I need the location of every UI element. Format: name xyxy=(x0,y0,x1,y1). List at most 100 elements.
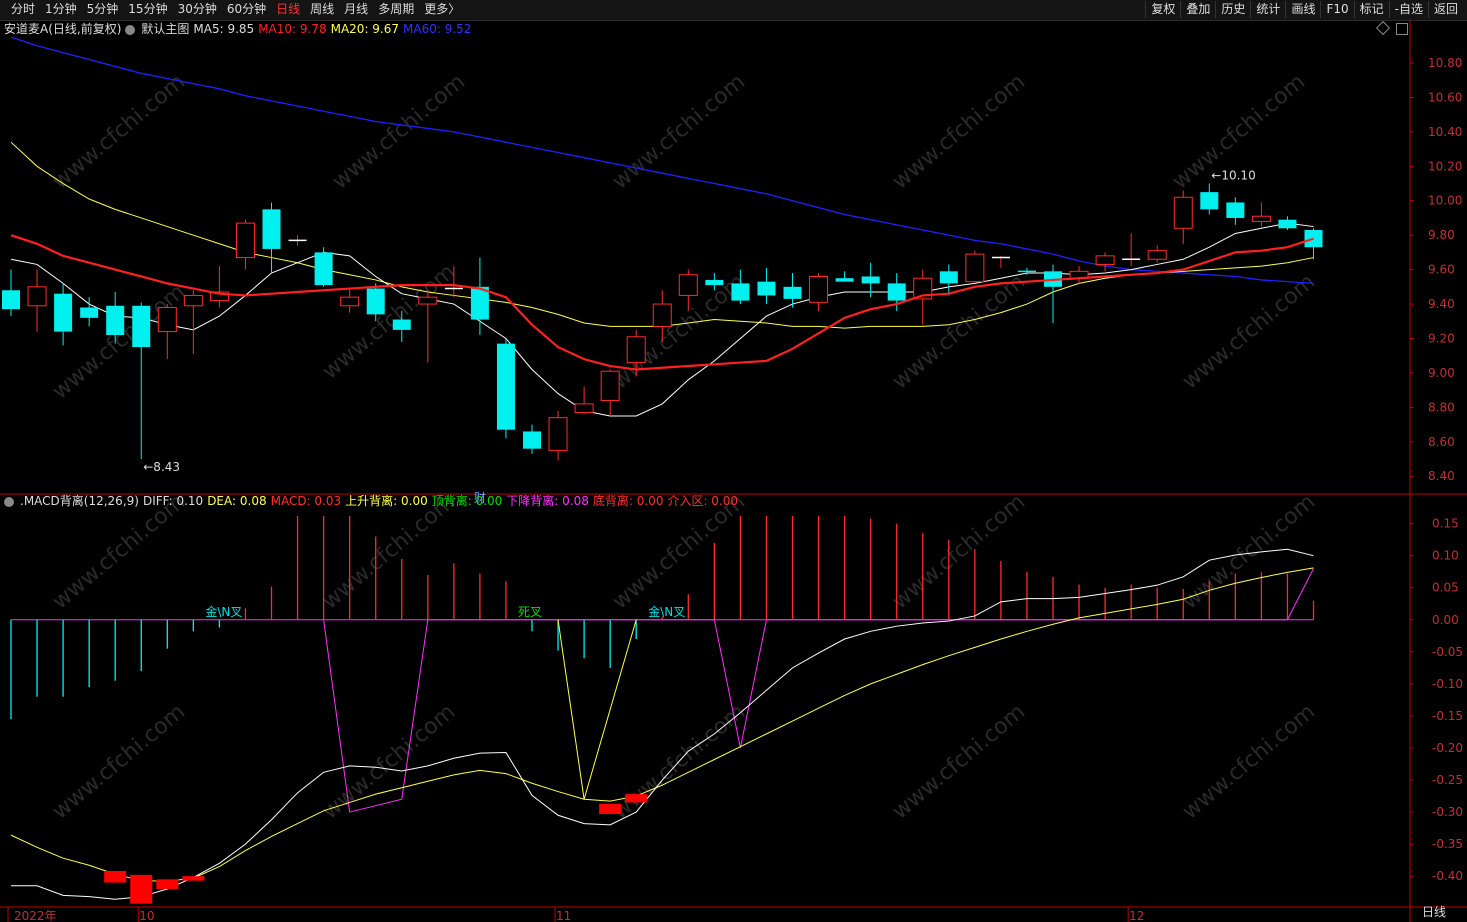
watermark-18: www.cfchi.com xyxy=(888,699,1030,824)
cross-label-2: 金\N叉 xyxy=(648,604,685,619)
candle-body-16 xyxy=(418,296,438,305)
price-tick-label-8: 10.00 xyxy=(1428,194,1462,208)
action-buttons: 复权 叠加 历史 统计 画线 F10 标记 -自选 返回 xyxy=(1145,1,1463,18)
macd-signal-block-2 xyxy=(156,879,179,889)
ma10-value: MA10: 9.78 xyxy=(258,22,327,36)
macd-tick-label-10: -0.35 xyxy=(1432,837,1463,851)
candle-body-6 xyxy=(157,306,177,333)
candle-body-29 xyxy=(757,281,776,296)
action-button-7[interactable]: -自选 xyxy=(1388,1,1428,18)
candle-body-25 xyxy=(652,303,672,327)
panel-close-icon[interactable] xyxy=(1396,23,1408,35)
macd-tick-label-4: -0.05 xyxy=(1432,645,1463,659)
watermark-0: www.cfchi.com xyxy=(48,69,190,194)
candle-body-42 xyxy=(1095,255,1115,265)
period-toolbar: 分时 1分钟 5分钟 15分钟 30分钟 60分钟 日线 周线 月线 多周期 更多〉 复权 叠加 历史统… xyxy=(0,0,1467,21)
watermark-13: www.cfchi.com xyxy=(888,489,1030,614)
ma20-value: MA20: 9.67 xyxy=(330,22,400,36)
macd-tick-label-1: 0.10 xyxy=(1432,549,1459,563)
action-button-0[interactable]: 复权 xyxy=(1145,1,1180,18)
price-tick-label-11: 10.60 xyxy=(1428,90,1462,104)
candle-body-9 xyxy=(235,222,255,259)
candle-body-20 xyxy=(523,431,541,449)
action-button-2[interactable]: 历史 xyxy=(1215,1,1250,18)
candle-body-30 xyxy=(783,286,802,299)
action-button-4[interactable]: 画线 xyxy=(1285,1,1320,18)
candle-body-22 xyxy=(574,403,594,414)
period-tab-4[interactable]: 30分钟 xyxy=(173,1,222,18)
period-tab-1[interactable]: 1分钟 xyxy=(40,1,82,18)
candle-body-32 xyxy=(835,278,854,282)
template-icon[interactable] xyxy=(125,21,137,37)
price-tick-label-6: 9.60 xyxy=(1428,263,1455,277)
candle-body-7 xyxy=(183,294,203,307)
price-tick-label-3: 9.00 xyxy=(1428,366,1455,380)
macd-name[interactable]: .MACD背离(12,26,9) xyxy=(20,493,139,509)
down-divergence-value: 下降背离: 0.08 xyxy=(506,494,589,508)
price-tick-label-12: 10.80 xyxy=(1428,56,1462,70)
cross-label-1: 死叉 xyxy=(518,605,542,619)
candle-body-24 xyxy=(626,336,646,364)
action-button-3[interactable]: 统计 xyxy=(1250,1,1285,18)
candle-body-23 xyxy=(600,370,620,401)
price-tick-label-5: 9.40 xyxy=(1428,297,1455,311)
macd-tick-label-2: 0.05 xyxy=(1432,581,1459,595)
bottom-period-label[interactable]: 日线 xyxy=(1422,903,1446,920)
candle-body-15 xyxy=(392,319,411,330)
price-tick-label-0: 8.40 xyxy=(1428,469,1455,483)
period-tab-6[interactable]: 日线 xyxy=(271,1,305,18)
candle-body-10 xyxy=(262,209,281,249)
diff-value: DIFF: 0.10 xyxy=(142,494,204,508)
x-label-3: 12 xyxy=(1129,909,1144,922)
action-button-5[interactable]: F10 xyxy=(1320,1,1353,18)
macd-tick-label-8: -0.25 xyxy=(1432,773,1463,787)
price-tick-label-9: 10.20 xyxy=(1428,159,1462,173)
ma5-value: MA5: 9.85 xyxy=(193,22,255,36)
period-tab-2[interactable]: 5分钟 xyxy=(82,1,124,18)
macd-tick-label-0: 0.15 xyxy=(1432,517,1459,531)
ma60-value: MA60: 9.52 xyxy=(403,22,472,36)
x-label-1: 10 xyxy=(139,909,154,922)
period-tab-9[interactable]: 多周期 xyxy=(373,1,419,18)
diff-line xyxy=(11,548,1314,900)
entry-zone-value: 介入区: 0.00 xyxy=(667,494,739,508)
period-tab-3[interactable]: 15分钟 xyxy=(123,1,172,18)
candle-body-31 xyxy=(809,275,829,303)
candle-body-48 xyxy=(1251,215,1271,222)
macd-tick-label-11: -0.40 xyxy=(1432,869,1463,883)
candle-body-46 xyxy=(1200,192,1219,210)
action-button-8[interactable]: 返回 xyxy=(1427,1,1463,18)
indicator-icon[interactable] xyxy=(4,493,16,509)
candle-body-21 xyxy=(548,417,568,451)
macd-tick-label-9: -0.30 xyxy=(1432,805,1463,819)
period-tab-7[interactable]: 周线 xyxy=(305,1,339,18)
main-legend: 安道麦A(日线,前复权) 默认主图 MA5: 9.85 MA10: 9.78 M… xyxy=(4,21,471,37)
price-annotation-1: ←10.10 xyxy=(1211,169,1255,183)
macd-tick-label-7: -0.20 xyxy=(1432,741,1463,755)
candle-body-2 xyxy=(54,293,73,332)
candle-body-34 xyxy=(887,283,906,301)
action-button-6[interactable]: 标记 xyxy=(1353,1,1389,18)
stock-name[interactable]: 安道麦A(日线,前复权) xyxy=(4,21,121,37)
action-button-1[interactable]: 叠加 xyxy=(1180,1,1215,18)
candle-body-4 xyxy=(106,305,125,336)
candle-body-28 xyxy=(731,283,750,301)
top-divergence-value: 顶背离: 0.00 xyxy=(431,494,503,508)
period-tab-8[interactable]: 月线 xyxy=(339,1,373,18)
template-name[interactable]: 默认主图 xyxy=(141,21,189,37)
price-tick-label-10: 10.40 xyxy=(1428,125,1462,139)
period-tab-10[interactable]: 更多〉 xyxy=(419,1,465,18)
watermark-15: www.cfchi.com xyxy=(48,699,190,824)
macd-legend: .MACD背离(12,26,9) DIFF: 0.10 DEA: 0.08 MA… xyxy=(4,493,738,509)
x-label-0: 2022年 xyxy=(14,909,57,922)
candle-body-13 xyxy=(340,296,360,307)
period-tab-0[interactable]: 分时 xyxy=(6,1,40,18)
period-tab-5[interactable]: 60分钟 xyxy=(222,1,271,18)
watermark-2: www.cfchi.com xyxy=(608,69,750,194)
candle-body-47 xyxy=(1226,202,1245,218)
macd-signal-block-3 xyxy=(182,876,205,881)
price-annotation-0: ←8.43 xyxy=(143,460,180,474)
candle-body-1 xyxy=(27,286,47,307)
price-tick-label-1: 8.60 xyxy=(1428,435,1455,449)
price-tick-label-2: 8.80 xyxy=(1428,400,1455,414)
